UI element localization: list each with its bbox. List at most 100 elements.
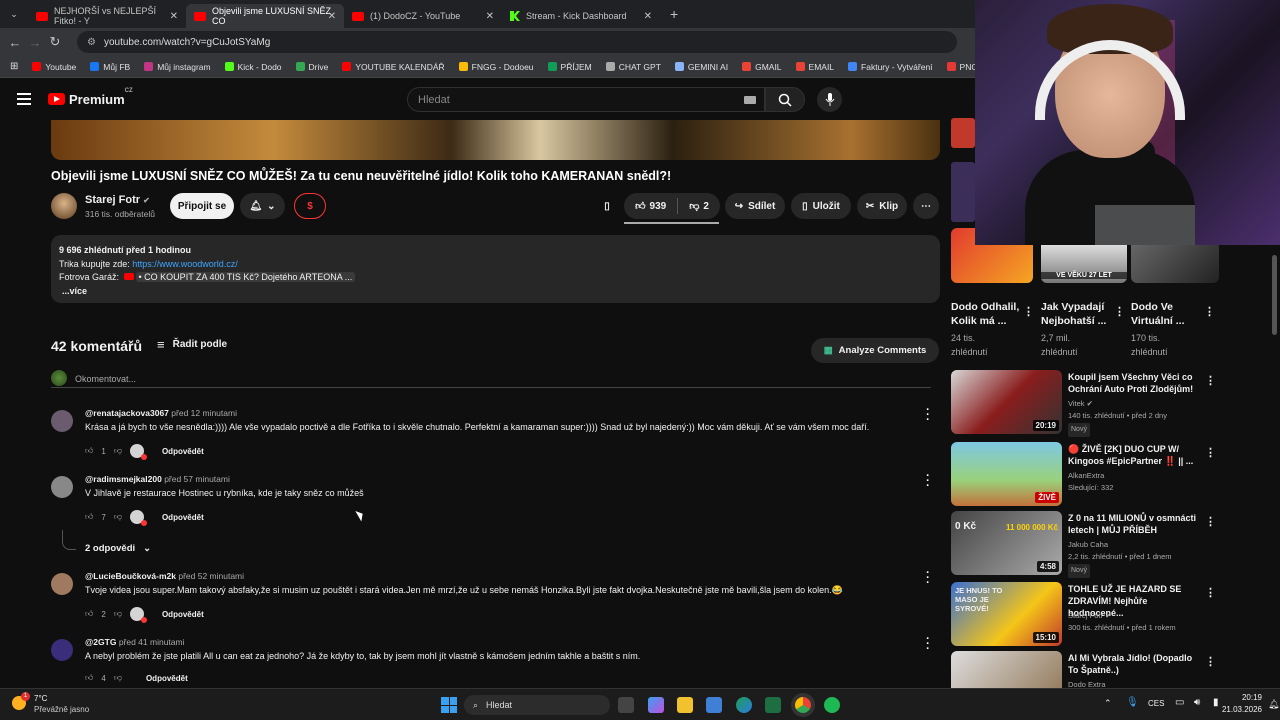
language-indicator[interactable]: CES [1148,699,1164,708]
close-tab-icon[interactable]: ✕ [328,11,336,22]
bookmark-item[interactable]: GEMINI AI [674,62,728,72]
thumbs-down-icon[interactable]: 👎︎ [114,512,122,522]
more-icon[interactable]: ⋮ [1204,305,1215,318]
join-button[interactable]: Připojit se [170,193,234,219]
more-icon[interactable]: ⋮ [1205,374,1216,387]
commenter-avatar[interactable] [51,476,73,498]
weather-widget[interactable]: 1 [12,692,32,714]
comment-menu-icon[interactable]: · · · [925,471,931,492]
thumbs-up-icon[interactable]: 👍︎ [85,609,93,619]
bookmark-button[interactable]: ▯ [595,193,619,219]
sort-button[interactable]: ≡ Řadit podle [157,337,227,352]
tray-chevron-icon[interactable]: ⌃ [1104,698,1112,709]
thumbs-down-icon[interactable]: 👎︎ [114,609,122,619]
browser-tab[interactable]: (1) DodoCZ - YouTube ✕ [344,4,502,28]
thumbs-down-icon[interactable]: 👎︎ [114,673,122,683]
description-box[interactable]: 9 696 zhlédnutí před 1 hodinou Trika kup… [51,235,940,303]
taskbar-search[interactable]: ⌕ Hledat [464,695,610,715]
video-thumbnail[interactable]: 20:19 [951,370,1062,434]
video-thumbnail[interactable] [951,651,1062,688]
comment-author[interactable]: @2GTG před 41 minutami [85,637,184,647]
menu-icon[interactable] [17,93,31,105]
more-actions-button[interactable]: ⋯ [913,193,939,219]
bookmark-item[interactable]: Drive [295,62,328,72]
copilot-icon[interactable] [648,697,664,713]
thumbs-up-icon[interactable]: 👍︎ [85,446,93,456]
bookmark-item[interactable]: PŘÍJEM [547,62,592,72]
show-more-link[interactable]: ...více [59,285,932,299]
more-icon[interactable]: ⋮ [1205,515,1216,528]
store-icon[interactable] [706,697,722,713]
recommended-video[interactable]: 0 Kč 11 000 000 Kč 4:58 Z 0 na 11 MILION… [951,511,1216,578]
analyze-comments-button[interactable]: ▦ Analyze Comments [811,338,939,363]
comment-menu-icon[interactable]: · · · [925,634,931,655]
more-icon[interactable]: ⋮ [1205,446,1216,459]
recommended-thumbnail[interactable]: VE VĚKU 27 LET [1041,245,1127,283]
bookmark-item[interactable]: Faktury - Vytváření [848,62,933,72]
share-button[interactable]: ↪ Sdílet [725,193,785,219]
bookmark-item[interactable]: EMAIL [795,62,834,72]
edge-icon[interactable] [736,697,752,713]
volume-icon[interactable]: 🔊︎ [1194,697,1200,708]
browser-tab[interactable]: NEJHORŠÍ vs NEJLEPŠÍ Fitko! - Y ✕ [28,4,186,28]
recommended-title[interactable]: Z 0 na 11 MILIONŮ v osmnácti letech | MŮ… [1068,512,1203,536]
video-thumbnail[interactable]: JE HNUS! TO MASO JE SYROVÉ! 15:10 [951,582,1062,646]
merch-link[interactable]: https://www.woodworld.cz/ [132,259,238,269]
recommended-thumbnail[interactable] [1131,245,1219,283]
commenter-avatar[interactable] [51,639,73,661]
recommended-channel[interactable]: Starej Fotr ✔ [1068,610,1111,622]
back-icon[interactable]: ← [5,35,25,50]
bookmark-item[interactable]: CHAT GPT [605,62,661,72]
chrome-icon[interactable] [795,697,811,713]
save-button[interactable]: ▯ Uložit [791,193,851,219]
reply-button[interactable]: Odpovědět [162,610,204,619]
bookmark-item[interactable]: YOUTUBE KALENDÁŘ [342,62,445,72]
commenter-avatar[interactable] [51,410,73,432]
site-info-icon[interactable]: ⚙ [87,37,96,48]
recommended-title[interactable]: Jak Vypadají Nejbohatší ... [1041,300,1121,328]
recommended-channel[interactable]: AlkanExtra [1068,470,1104,482]
microphone-tray-icon[interactable]: 🎙︎ [1126,697,1139,708]
search-button[interactable] [765,87,805,112]
bookmark-item[interactable]: Můj instagram [144,62,211,72]
thumbs-up-icon[interactable]: 👍︎ [85,673,93,683]
task-view-icon[interactable] [618,697,634,713]
recommended-video[interactable]: 20:19 Koupil jsem Všechny Věci co Ochrán… [951,370,1216,437]
thumbs-down-icon[interactable]: 👎︎ [114,446,122,456]
tab-search-button[interactable]: ⌄ [0,9,28,20]
recommended-channel[interactable]: Dodo Extra [1068,679,1106,688]
video-player[interactable] [51,120,940,160]
video-thumbnail[interactable]: ŽIVĚ [951,442,1062,506]
reply-button[interactable]: Odpovědět [162,447,204,456]
comment-menu-icon[interactable]: · · · [925,568,931,589]
close-tab-icon[interactable]: ✕ [644,11,652,22]
more-icon[interactable]: ⋮ [1114,305,1125,318]
close-tab-icon[interactable]: ✕ [170,11,178,22]
youtube-premium-logo[interactable]: Premium CZ [48,88,133,107]
start-button[interactable] [441,697,457,713]
show-replies-button[interactable]: 2 odpovědi ⌄ [85,543,151,554]
comment-author[interactable]: @renatajackova3067 před 12 minutami [85,408,237,418]
bookmark-item[interactable]: Kick - Dodo [224,62,282,72]
comment-author[interactable]: @LucieBoučková-m2k před 52 minutami [85,571,244,581]
recommended-channel[interactable]: Jakub Caha [1068,539,1108,551]
close-tab-icon[interactable]: ✕ [486,11,494,22]
search-input[interactable]: Hledat [407,87,765,112]
thumbs-up-icon[interactable]: 👍︎ [85,512,93,522]
bookmark-item[interactable]: Můj FB [90,62,130,72]
recommended-thumbnail[interactable] [951,118,975,148]
add-comment-input[interactable]: Okomentovat... [51,370,931,388]
address-bar[interactable]: ⚙ youtube.com/watch?v=gCuJotSYaMg [77,31,957,53]
clip-button[interactable]: ✂ Klip [857,193,907,219]
recommended-title[interactable]: Koupil jsem Všechny Věci co Ochrání Auto… [1068,371,1203,395]
recommended-title[interactable]: Dodo Ve Virtuální ... [1131,300,1211,328]
browser-tab[interactable]: Stream - Kick Dashboard ✕ [502,4,660,28]
page-scrollbar[interactable] [1270,245,1280,688]
dislike-button[interactable]: 👎︎ 2 [689,200,709,213]
recommended-title[interactable]: 🔴 ŽIVĚ [2K] DUO CUP W/ Kingoos #EpicPart… [1068,443,1203,467]
recommended-video[interactable]: ŽIVĚ 🔴 ŽIVĚ [2K] DUO CUP W/ Kingoos #Epi… [951,442,1216,506]
reply-button[interactable]: Odpovědět [162,513,204,522]
browser-tab-active[interactable]: Objevili jsme LUXUSNÍ SNĚZ CO ✕ [186,4,344,28]
recommended-video[interactable]: AI Mi Vybrala Jídlo! (Dopadlo To Špatně.… [951,651,1216,688]
channel-name[interactable]: Starej Fotr ✔ [85,194,150,206]
